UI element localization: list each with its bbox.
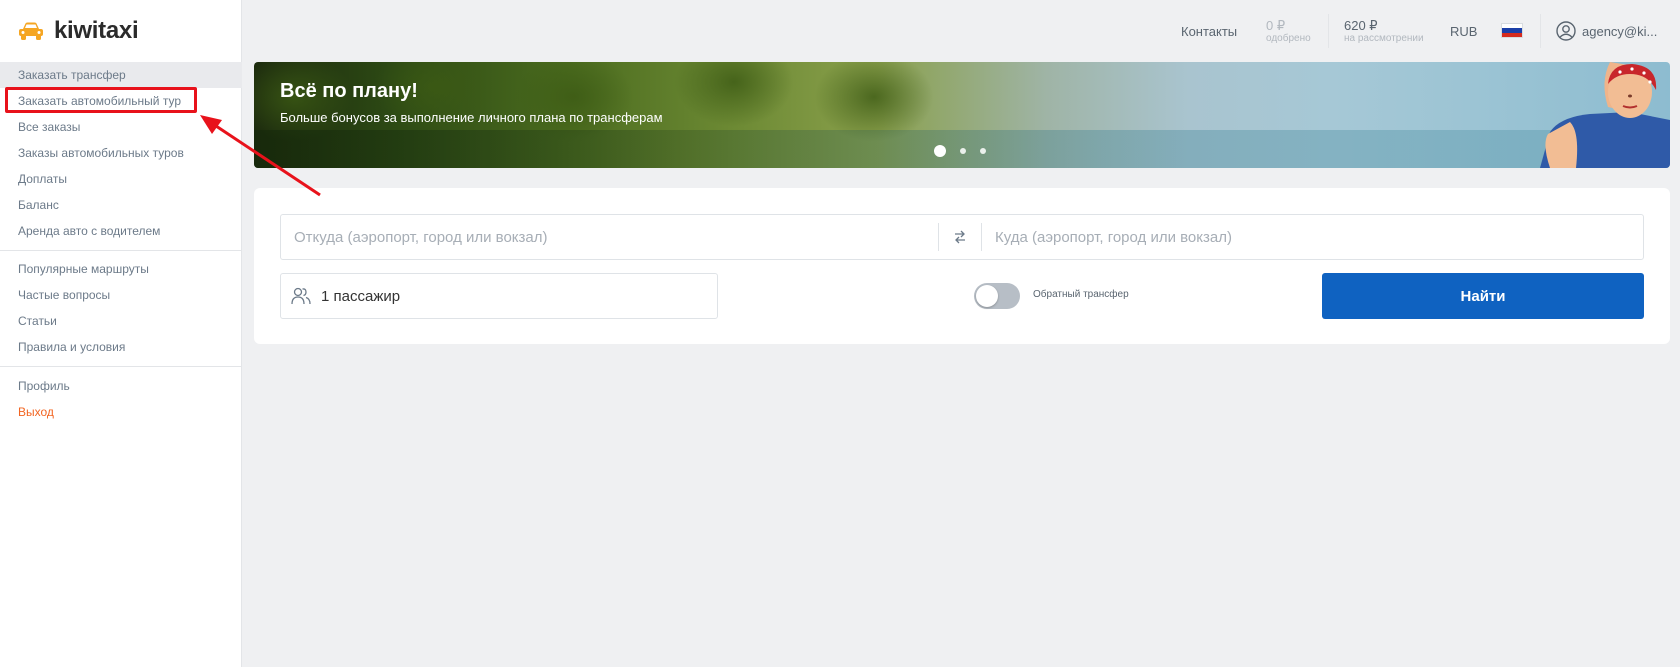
swap-arrows-icon — [955, 230, 965, 244]
banner-subtitle: Больше бонусов за выполнение личного пла… — [280, 110, 663, 125]
user-icon — [1556, 21, 1576, 41]
header-divider — [1328, 14, 1329, 48]
russia-flag-icon[interactable] — [1501, 23, 1523, 38]
sidebar-item-balance[interactable]: Баланс — [0, 192, 242, 218]
pending-amount: 620 ₽ — [1344, 17, 1378, 33]
return-transfer-toggle[interactable] — [974, 283, 1020, 309]
carousel-dot-active[interactable] — [934, 145, 946, 157]
sidebar-item-surcharges[interactable]: Доплаты — [0, 166, 242, 192]
annotation-highlight-box — [5, 87, 197, 113]
toggle-knob — [976, 285, 998, 307]
account-menu[interactable]: agency@ki... — [1556, 0, 1657, 62]
promo-banner[interactable]: Всё по плану! Больше бонусов за выполнен… — [254, 62, 1670, 168]
sidebar-item-articles[interactable]: Статьи — [0, 308, 242, 334]
logo-text: kiwitaxi — [54, 17, 139, 44]
header-divider — [1540, 14, 1541, 48]
pending-balance: 620 ₽ на рассмотрении — [1344, 0, 1424, 62]
palm-foliage — [674, 62, 794, 127]
passengers-selector[interactable]: 1 пассажир — [280, 273, 718, 319]
banner-illustration — [1540, 62, 1670, 168]
return-transfer-label: Обратный трансфер — [1033, 289, 1129, 300]
sidebar-item-faq[interactable]: Частые вопросы — [0, 282, 242, 308]
contacts-link[interactable]: Контакты — [1181, 24, 1237, 39]
sidebar-item-car-tour-orders[interactable]: Заказы автомобильных туров — [0, 140, 242, 166]
currency-selector-wrap: RUB — [1450, 0, 1477, 62]
logo[interactable]: kiwitaxi — [18, 17, 139, 45]
banner-title: Всё по плану! — [280, 80, 418, 102]
nav-group-info: Популярные маршруты Частые вопросы Стать… — [0, 256, 242, 360]
nav-group-account: Профиль Выход — [0, 373, 242, 425]
sidebar-divider — [0, 250, 242, 251]
from-input[interactable] — [281, 215, 938, 259]
sidebar: kiwitaxi Заказать трансфер Заказать авто… — [0, 0, 242, 667]
passengers-value: 1 пассажир — [321, 287, 401, 305]
account-email: agency@ki... — [1582, 23, 1658, 39]
contacts-link-wrap: Контакты — [1181, 0, 1237, 62]
approved-amount: 0 ₽ — [1266, 17, 1286, 33]
sidebar-item-car-rental[interactable]: Аренда авто с водителем — [0, 218, 242, 244]
top-header: Контакты 0 ₽ одобрено 620 ₽ на рассмотре… — [242, 0, 1680, 62]
search-form-card: 1 пассажир Обратный трансфер Найти — [254, 188, 1670, 344]
sidebar-item-profile[interactable]: Профиль — [0, 373, 242, 399]
carousel-dots — [934, 145, 986, 157]
carousel-dot[interactable] — [980, 148, 986, 154]
sidebar-divider — [0, 366, 242, 367]
carousel-dot[interactable] — [960, 148, 966, 154]
approved-label: одобрено — [1266, 32, 1311, 44]
pending-label: на рассмотрении — [1344, 32, 1424, 44]
sidebar-item-popular-routes[interactable]: Популярные маршруты — [0, 256, 242, 282]
swap-route-button[interactable] — [938, 223, 982, 251]
sidebar-item-terms[interactable]: Правила и условия — [0, 334, 242, 360]
taxi-car-icon — [19, 22, 43, 40]
route-inputs — [280, 214, 1644, 260]
approved-balance: 0 ₽ одобрено — [1266, 0, 1311, 62]
passengers-icon — [291, 287, 311, 305]
sidebar-item-logout[interactable]: Выход — [0, 399, 242, 425]
sidebar-item-order-transfer[interactable]: Заказать трансфер — [0, 62, 242, 88]
find-button[interactable]: Найти — [1322, 273, 1644, 319]
currency-selector[interactable]: RUB — [1450, 24, 1477, 39]
sidebar-item-all-orders[interactable]: Все заказы — [0, 114, 242, 140]
to-input[interactable] — [982, 215, 1643, 259]
